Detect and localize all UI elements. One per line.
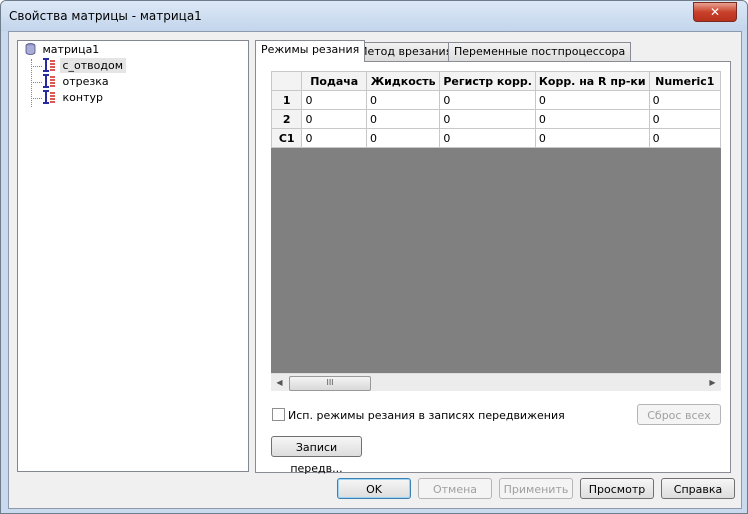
checkbox-label: Исп. режимы резания в записях передвижен… [288,409,565,422]
title-bar[interactable]: Свойства матрицы - матрица1 ✕ [1,1,747,31]
tree-connector [31,66,42,67]
apply-button[interactable]: Применить [499,478,573,499]
grid-header-row: Подача Жидкость Регистр корр. Корр. на R… [271,71,721,91]
grid-cell[interactable]: 0 [365,109,441,129]
grid-cell[interactable]: 0 [365,90,441,110]
row-header[interactable]: 2 [271,109,303,129]
grid-cell[interactable]: 0 [439,109,536,129]
tree-item-kontur[interactable]: контур [42,90,106,105]
tree-root-label: матрица1 [42,43,100,56]
tab-postprocessor-variables[interactable]: Переменные постпроцессора [448,42,632,61]
grid-table: Подача Жидкость Регистр корр. Корр. на R… [271,71,721,148]
tree-root-item[interactable]: матрица1 [25,42,102,57]
grid-cell[interactable]: 0 [534,128,650,148]
dialog-window: Свойства матрицы - матрица1 ✕ матрица1 с… [0,0,748,514]
grid-cell[interactable]: 0 [365,128,441,148]
column-header[interactable]: Жидкость [365,71,441,91]
grid-cell[interactable]: 0 [301,128,367,148]
checkbox-box[interactable] [272,408,285,421]
tree-connector [31,98,42,99]
row-header[interactable]: 1 [271,90,303,110]
grid-corner-cell [271,71,303,91]
horizontal-scrollbar[interactable]: ◀ III ▶ [271,373,721,391]
ok-button[interactable]: OK [337,478,411,499]
operation-icon [43,74,55,88]
tree-item-label: отрезка [62,75,109,88]
tab-cutting-modes[interactable]: Режимы резания [255,40,366,62]
grid-cell[interactable]: 0 [439,128,536,148]
tree-connector [31,82,42,83]
grid-cell[interactable]: 0 [648,90,721,110]
cancel-button[interactable]: Отмена [418,478,492,499]
matrix-tree[interactable]: матрица1 с_отводом отрезка контур [17,40,249,472]
table-row: 1 0 0 0 0 0 [271,90,721,110]
preview-button[interactable]: Просмотр [580,478,654,499]
tree-item-s-otvodom[interactable]: с_отводом [42,58,127,73]
window-title: Свойства матрицы - матрица1 [9,9,202,23]
table-row: C1 0 0 0 0 0 [271,128,721,148]
close-button[interactable]: ✕ [693,2,737,22]
database-icon [25,43,36,55]
grid-cell[interactable]: 0 [301,90,367,110]
grid-cell[interactable]: 0 [534,109,650,129]
grid-cell[interactable]: 0 [648,128,721,148]
scrollbar-thumb[interactable]: III [289,376,371,391]
dialog-client-area: матрица1 с_отводом отрезка контур Режимы… [8,31,742,509]
tree-item-otrezka[interactable]: отрезка [42,74,112,89]
table-row: 2 0 0 0 0 0 [271,109,721,129]
scroll-right-icon[interactable]: ▶ [704,374,721,391]
reset-all-button[interactable]: Сброс всех [637,404,721,425]
column-header[interactable]: Подача [301,71,367,91]
cutting-modes-grid[interactable]: Подача Жидкость Регистр корр. Корр. на R… [271,71,721,373]
use-cutting-modes-checkbox[interactable]: Исп. режимы резания в записях передвижен… [272,408,565,424]
column-header[interactable]: Регистр корр. [439,71,536,91]
motion-records-button[interactable]: Записи передв... [271,436,362,475]
column-header[interactable]: Корр. на R пр-ки [534,71,650,91]
grid-cell[interactable]: 0 [301,109,367,129]
help-button[interactable]: Справка [661,478,735,499]
operation-icon [43,58,55,72]
grid-cell[interactable]: 0 [648,109,721,129]
tree-item-label: контур [62,91,103,104]
tab-entry-method[interactable]: Метод врезания [352,42,459,61]
row-header[interactable]: C1 [271,128,303,148]
grid-cell[interactable]: 0 [534,90,650,110]
scroll-left-icon[interactable]: ◀ [271,374,288,391]
operation-icon [43,90,55,104]
tree-item-label: с_отводом [59,58,127,73]
grid-cell[interactable]: 0 [439,90,536,110]
close-icon: ✕ [709,5,721,19]
column-header[interactable]: Numeric1 [648,71,721,91]
tab-page-cutting-modes: Подача Жидкость Регистр корр. Корр. на R… [255,61,731,475]
